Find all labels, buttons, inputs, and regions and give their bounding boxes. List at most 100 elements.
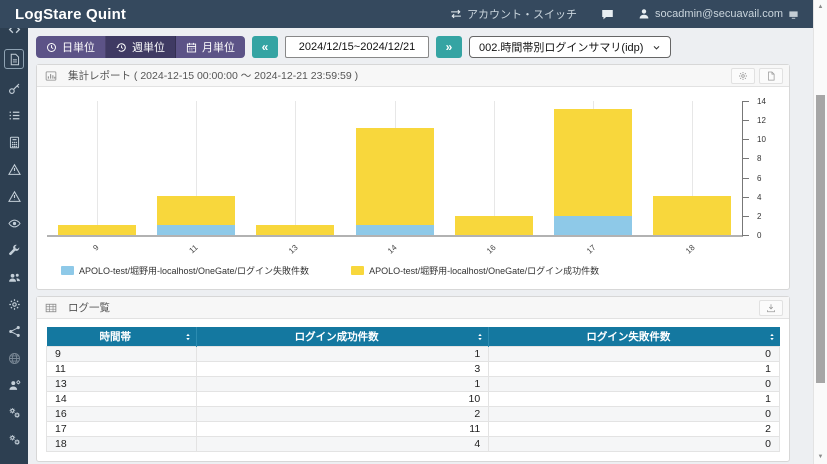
legend-swatch: [61, 266, 74, 275]
x-axis-label: 17: [585, 243, 598, 256]
column-header-2[interactable]: ログイン失敗件数: [489, 327, 780, 347]
bar-segment[interactable]: [356, 128, 434, 225]
prev-period-button[interactable]: «: [252, 36, 278, 58]
y-axis-tick: 6: [742, 178, 749, 179]
column-header-0[interactable]: 時間帯: [47, 327, 197, 347]
sidebar-item-wrench[interactable]: [4, 243, 24, 258]
sidebar-item-cogs-1[interactable]: [4, 405, 24, 420]
table-body: 91011311310141011620171121840: [47, 347, 780, 452]
unit-button-label: 週単位: [132, 39, 165, 55]
y-axis-label: 12: [757, 116, 775, 125]
sidebar-item-user-admin[interactable]: [4, 378, 24, 393]
sidebar: [0, 28, 28, 464]
x-axis-label: 14: [386, 243, 399, 256]
calculator-icon: [8, 136, 21, 149]
bar-17[interactable]: [554, 109, 632, 235]
download-button[interactable]: [759, 300, 783, 316]
sort-icon: [768, 333, 776, 341]
scroll-down-arrow[interactable]: ▼: [814, 451, 827, 463]
legend-swatch: [351, 266, 364, 275]
account-switch-button[interactable]: アカウント・スイッチ: [450, 6, 577, 22]
sidebar-item-alert-2[interactable]: [4, 189, 24, 204]
bar-segment[interactable]: [356, 225, 434, 235]
y-axis-tick: 12: [742, 120, 749, 121]
column-header-label: ログイン成功件数: [295, 331, 379, 343]
unit-button-month[interactable]: 月単位: [176, 36, 245, 58]
calendar-icon: [186, 42, 197, 53]
chat-button[interactable]: [601, 8, 614, 21]
next-period-button[interactable]: »: [436, 36, 462, 58]
cell-hour: 13: [47, 377, 197, 392]
user-menu[interactable]: socadmin@secuavail.com: [638, 8, 799, 20]
cell-count: 11: [197, 422, 489, 437]
y-axis-label: 6: [757, 174, 775, 183]
table-row: 1620: [47, 407, 780, 422]
report-panel: 集計レポート ( 2024-12-15 00:00:00 ～ 2024-12-2…: [36, 64, 790, 290]
app-header: LogStare Quint アカウント・スイッチ socadmin@secua…: [0, 0, 813, 28]
bar-16[interactable]: [455, 216, 533, 235]
bar-18[interactable]: [653, 196, 731, 235]
report-select[interactable]: 002.時間帯別ログインサマリ(idp): [469, 36, 671, 58]
cogs-icon: [8, 406, 21, 419]
bar-segment[interactable]: [157, 196, 235, 225]
unit-button-label: 月単位: [202, 39, 235, 55]
app-title: LogStare Quint: [15, 6, 126, 23]
sidebar-item-eye[interactable]: [4, 216, 24, 231]
y-axis-tick: 4: [742, 197, 749, 198]
legend-label: APOLO-test/堀野用-localhost/OneGate/ログイン失敗件…: [79, 264, 309, 277]
scrollbar[interactable]: ▲ ▼: [813, 0, 827, 464]
sidebar-item-globe[interactable]: [4, 351, 24, 366]
scrollbar-thumb[interactable]: [816, 95, 825, 383]
sidebar-item-cogs-2[interactable]: [4, 432, 24, 447]
sidebar-item-key[interactable]: [4, 81, 24, 96]
cell-hour: 17: [47, 422, 197, 437]
report-panel-header: 集計レポート ( 2024-12-15 00:00:00 ～ 2024-12-2…: [37, 65, 789, 87]
y-axis-tick: 10: [742, 139, 749, 140]
log-panel-actions: [759, 300, 783, 316]
share-nodes-icon: [8, 325, 21, 338]
cell-hour: 16: [47, 407, 197, 422]
chart: 02468101214 9111314161718 APOLO-test/堀野用…: [37, 87, 789, 289]
bar-segment[interactable]: [554, 109, 632, 216]
table-row: 14101: [47, 392, 780, 407]
column-header-1[interactable]: ログイン成功件数: [197, 327, 489, 347]
bar-segment[interactable]: [58, 225, 136, 235]
date-range-input[interactable]: [285, 36, 429, 58]
sidebar-item-gear[interactable]: [4, 297, 24, 312]
unit-button-week[interactable]: 週単位: [106, 36, 176, 58]
cell-count: 3: [197, 362, 489, 377]
sidebar-item-calculator[interactable]: [4, 135, 24, 150]
bar-segment[interactable]: [554, 216, 632, 235]
legend-item[interactable]: APOLO-test/堀野用-localhost/OneGate/ログイン成功件…: [351, 264, 599, 277]
cell-count: 10: [197, 392, 489, 407]
user-email: socadmin@secuavail.com: [655, 8, 783, 20]
bar-segment[interactable]: [455, 216, 533, 235]
bar-segment[interactable]: [653, 196, 731, 235]
column-header-label: ログイン失敗件数: [586, 331, 670, 343]
sidebar-item-code[interactable]: [4, 28, 24, 37]
cell-count: 0: [489, 377, 780, 392]
legend-item[interactable]: APOLO-test/堀野用-localhost/OneGate/ログイン失敗件…: [61, 264, 309, 277]
chart-export-button[interactable]: [759, 68, 783, 84]
unit-button-day[interactable]: 日単位: [36, 36, 106, 58]
cell-hour: 11: [47, 362, 197, 377]
sidebar-item-alert-1[interactable]: [4, 162, 24, 177]
sidebar-item-users[interactable]: [4, 270, 24, 285]
bar-11[interactable]: [157, 196, 235, 235]
sidebar-item-report[interactable]: [4, 49, 24, 69]
scroll-up-arrow[interactable]: ▲: [814, 1, 827, 13]
sidebar-item-share[interactable]: [4, 324, 24, 339]
report-file-icon: [8, 53, 21, 66]
bar-14[interactable]: [356, 128, 434, 235]
chart-settings-button[interactable]: [731, 68, 755, 84]
toolbar: 日単位 週単位 月単位 « » 002.時間帯別ログインサマリ(idp): [36, 36, 813, 58]
sidebar-item-list[interactable]: [4, 108, 24, 123]
bar-9[interactable]: [58, 225, 136, 235]
bar-segment[interactable]: [157, 225, 235, 235]
bar-13[interactable]: [256, 225, 334, 235]
report-select-value: 002.時間帯別ログインサマリ(idp): [479, 39, 643, 55]
report-panel-title: 集計レポート ( 2024-12-15 00:00:00 ～ 2024-12-2…: [68, 68, 358, 83]
cell-count: 1: [197, 377, 489, 392]
bar-segment[interactable]: [256, 225, 334, 235]
cell-count: 0: [489, 437, 780, 452]
